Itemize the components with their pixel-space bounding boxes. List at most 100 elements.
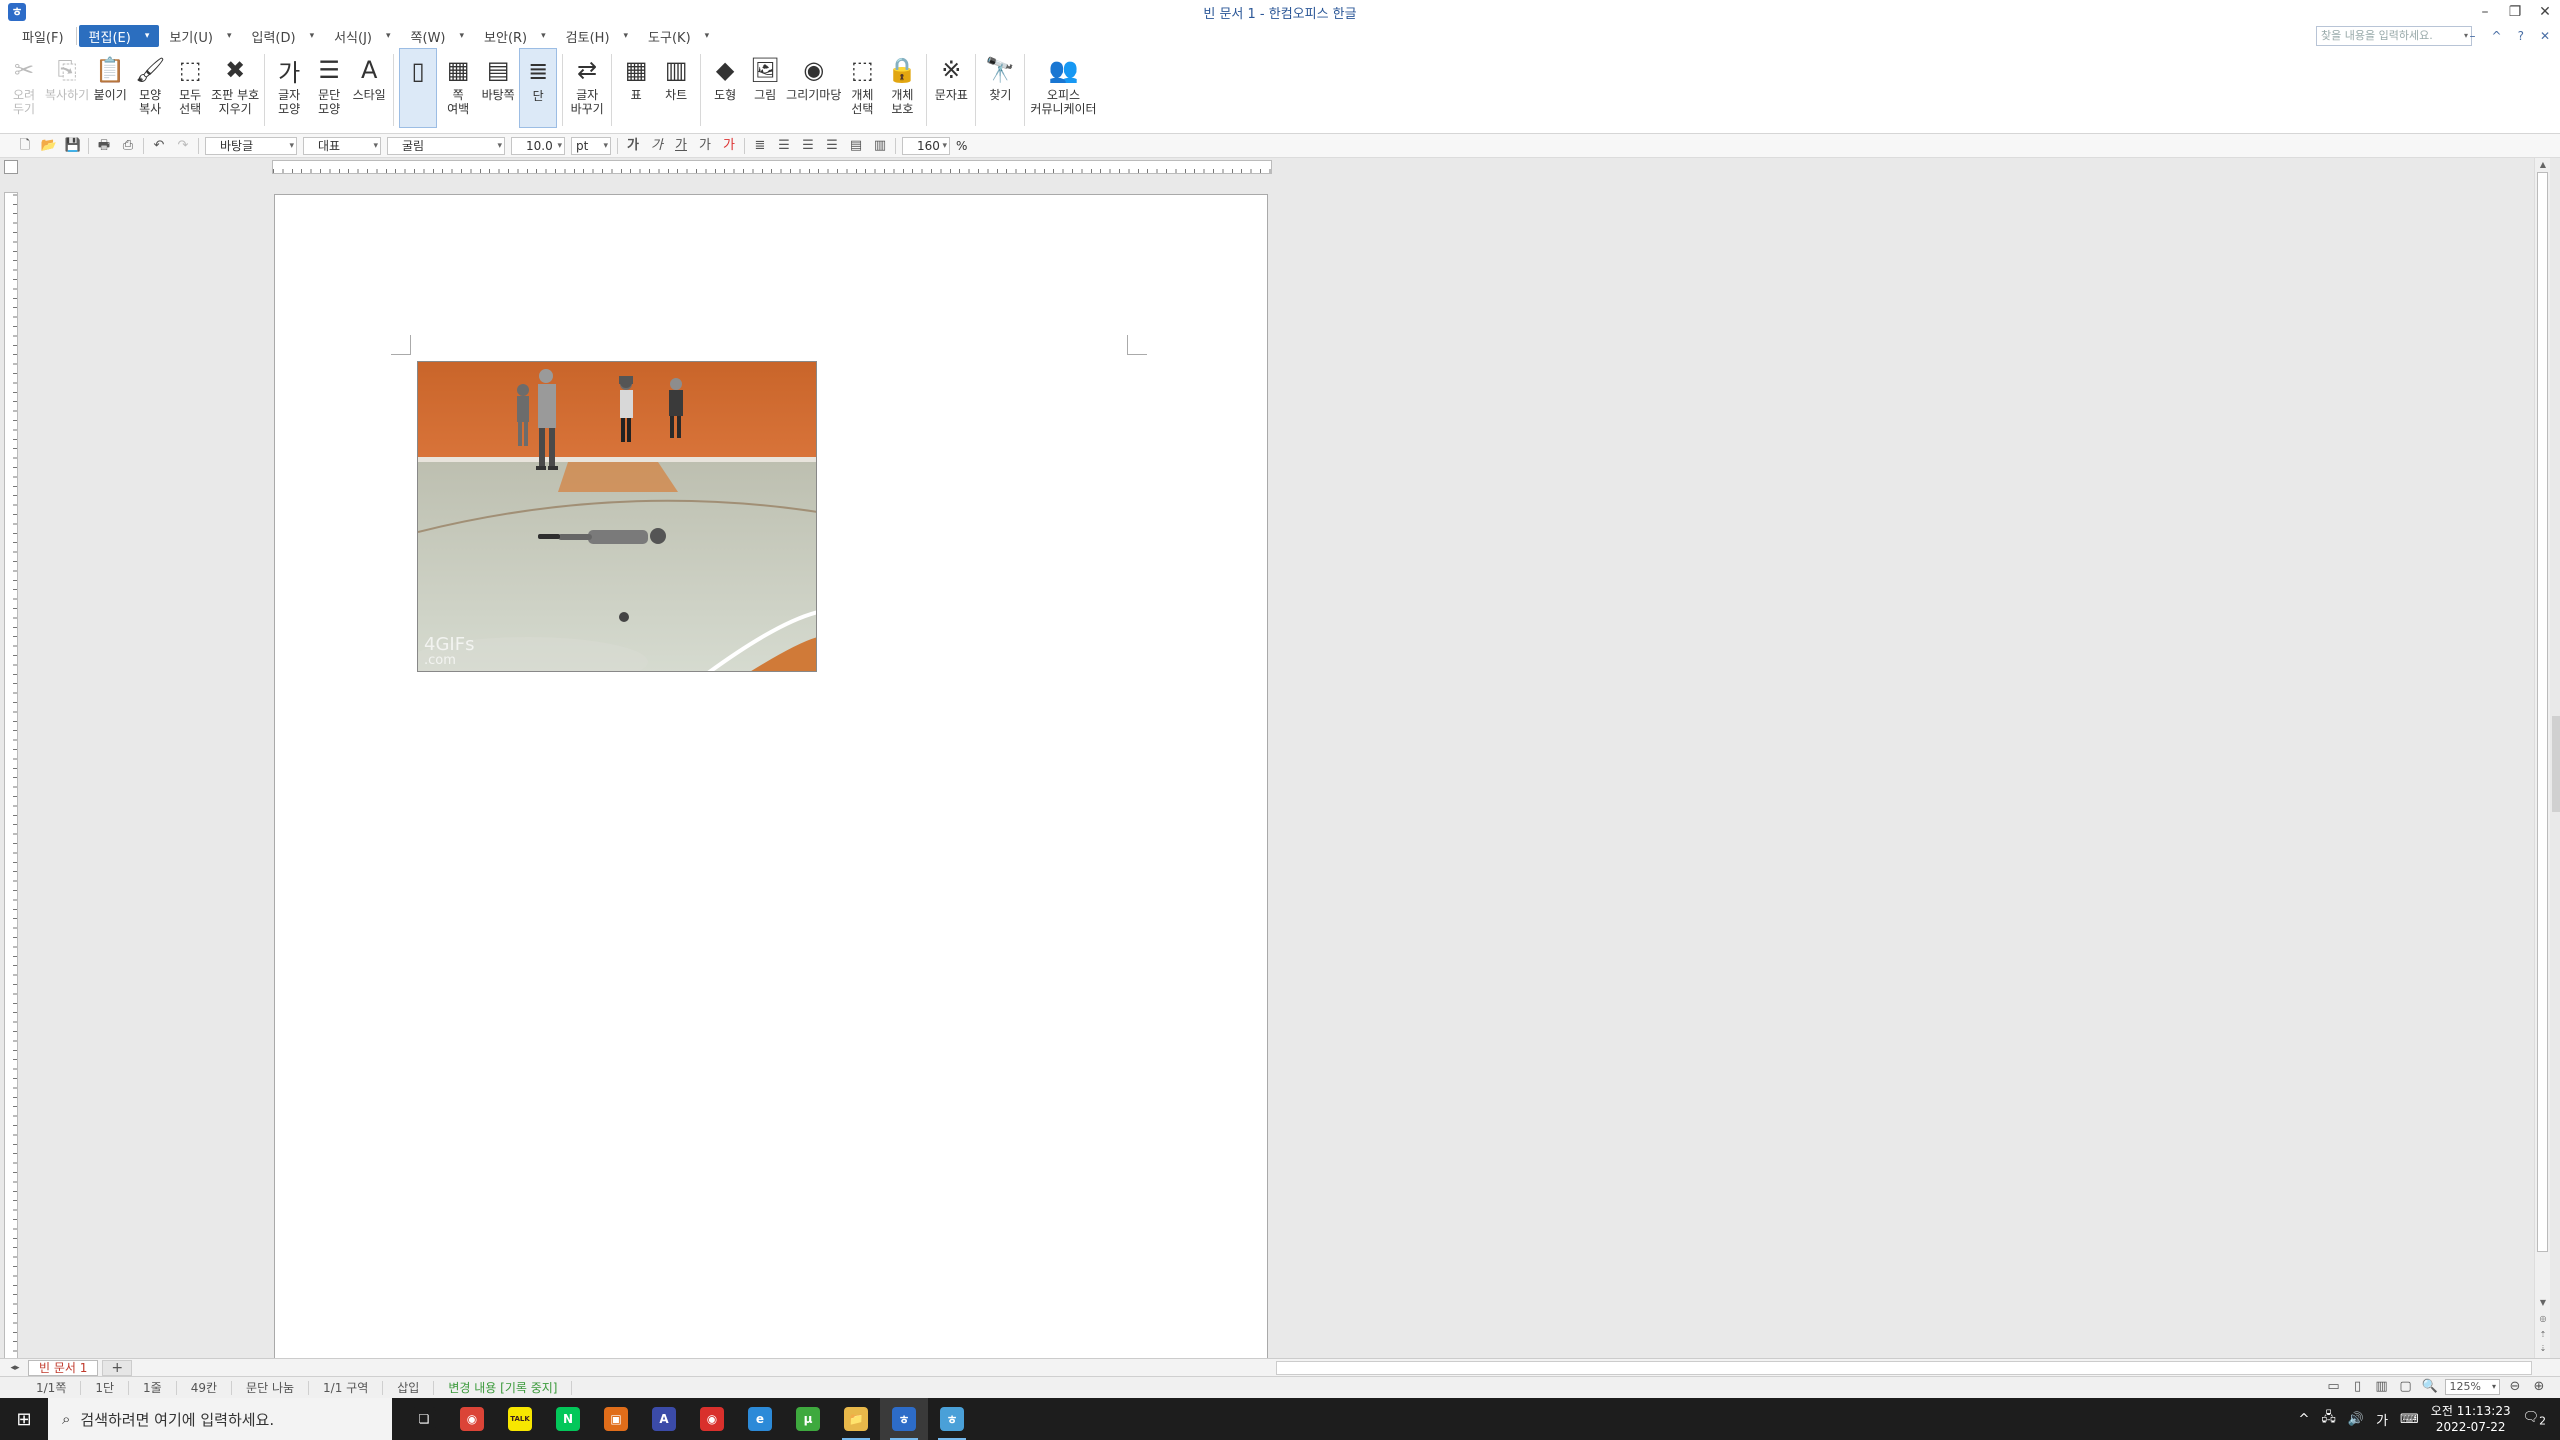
- table-button[interactable]: ▦ 표: [617, 48, 655, 128]
- scroll-up-icon[interactable]: ▲: [2537, 160, 2549, 172]
- chevron-down-icon[interactable]: ▾: [145, 31, 150, 41]
- taskbar-app-hwp-doc[interactable]: ㅎ: [928, 1398, 976, 1440]
- normal-view-icon[interactable]: ▭: [2325, 1379, 2343, 1395]
- page-up-icon[interactable]: ⇡: [2537, 1330, 2549, 1342]
- shape-button[interactable]: ◆ 도형: [706, 48, 744, 128]
- hwp-app-icon[interactable]: ㅎ: [8, 3, 26, 21]
- taskbar-app-explorer[interactable]: 📁: [832, 1398, 880, 1440]
- menu-item-6[interactable]: 보안(R) ▾: [474, 25, 556, 47]
- status-insert-mode[interactable]: 삽입: [383, 1380, 435, 1395]
- char-shape-button[interactable]: 가 글자 모양: [270, 48, 308, 128]
- doc-control-2[interactable]: ?: [2518, 24, 2524, 48]
- style-select[interactable]: 바탕글: [205, 136, 297, 155]
- zoom-out-icon[interactable]: ⊖: [2506, 1379, 2524, 1395]
- taskbar-app-app-a[interactable]: A: [640, 1398, 688, 1440]
- horizontal-scrollbar[interactable]: [1276, 1361, 2532, 1375]
- chevron-down-icon[interactable]: ▾: [460, 31, 465, 41]
- document-page[interactable]: 4GIFs .com: [274, 194, 1268, 1374]
- strike-icon[interactable]: 가: [696, 138, 714, 154]
- taskbar-app-naver[interactable]: N: [544, 1398, 592, 1440]
- taskbar-search[interactable]: ⌕ 검색하려면 여기에 입력하세요.: [48, 1398, 392, 1440]
- save-icon[interactable]: 💾: [64, 138, 82, 154]
- para-shape-button[interactable]: ☰ 문단 모양: [310, 48, 348, 128]
- bold-icon[interactable]: 가: [624, 138, 642, 154]
- menu-item-0[interactable]: 파일(F): [12, 25, 74, 47]
- chevron-down-icon[interactable]: ▾: [310, 31, 315, 41]
- master-page-button[interactable]: ▤ 바탕쪽: [479, 48, 517, 128]
- chevron-down-icon[interactable]: ▾: [541, 31, 546, 41]
- format-copy-button[interactable]: 🖌 모양 복사: [131, 48, 169, 128]
- zoom-in-icon[interactable]: ⊕: [2530, 1379, 2548, 1395]
- new-document-icon[interactable]: 🗋: [16, 138, 34, 154]
- maximize-button[interactable]: ❐: [2500, 0, 2530, 24]
- underline-icon[interactable]: 가: [672, 138, 690, 154]
- chevron-down-icon[interactable]: ▾: [227, 31, 232, 41]
- vertical-scrollbar[interactable]: ▲ ▼ ◎ ⇡ ⇣: [2534, 158, 2550, 1358]
- chevron-down-icon[interactable]: ▾: [705, 31, 710, 41]
- align-right-icon[interactable]: ☰: [823, 138, 841, 154]
- menu-item-2[interactable]: 보기(U) ▾: [159, 25, 241, 47]
- style-button[interactable]: A 스타일: [350, 48, 388, 128]
- font-select[interactable]: 굴림: [387, 136, 505, 155]
- replace-char-button[interactable]: ⇄ 글자 바꾸기: [568, 48, 606, 128]
- menu-item-3[interactable]: 입력(D) ▾: [241, 25, 324, 47]
- document-area[interactable]: 4GIFs .com: [20, 176, 2532, 1374]
- clipart-button[interactable]: ◉ 그리기마당: [786, 48, 841, 128]
- minimize-button[interactable]: –: [2470, 0, 2500, 24]
- page-down-icon[interactable]: ⇣: [2537, 1344, 2549, 1356]
- inserted-image[interactable]: 4GIFs .com: [417, 361, 817, 672]
- open-folder-icon[interactable]: 📂: [40, 138, 58, 154]
- undo-icon[interactable]: ↶: [150, 138, 168, 154]
- menu-item-1[interactable]: 편집(E) ▾: [78, 25, 160, 47]
- status-page[interactable]: 1/1쪽: [22, 1380, 82, 1395]
- close-button[interactable]: ✕: [2530, 0, 2560, 24]
- page-margin-button[interactable]: ▦ 쪽 여백: [439, 48, 477, 128]
- cut-button[interactable]: ✂ 오려 두기: [5, 48, 43, 128]
- add-tab-button[interactable]: +: [102, 1359, 133, 1376]
- tab-document-1[interactable]: 빈 문서 1: [28, 1359, 99, 1376]
- taskbar-app-hwp[interactable]: ㅎ: [880, 1398, 928, 1440]
- protect-object-button[interactable]: 🔒 개체 보호: [883, 48, 921, 128]
- chart-button[interactable]: ▥ 차트: [657, 48, 695, 128]
- font-color-icon[interactable]: 가: [720, 138, 738, 154]
- taskbar-app-chrome[interactable]: ◉: [448, 1398, 496, 1440]
- doc-control-0[interactable]: –: [2470, 24, 2476, 48]
- volume-icon[interactable]: 🔊: [2348, 1412, 2364, 1427]
- horizontal-ruler[interactable]: [272, 160, 1272, 174]
- taskbar-app-task-view[interactable]: ❏: [400, 1398, 448, 1440]
- tab-scroll-left-icon[interactable]: ◂▸: [6, 1360, 24, 1376]
- menu-search-input[interactable]: 찾을 내용을 입력하세요. ▾: [2316, 26, 2472, 46]
- italic-icon[interactable]: 가: [648, 138, 666, 154]
- redo-icon[interactable]: ↷: [174, 138, 192, 154]
- tray-chevron-icon[interactable]: ^: [2298, 1412, 2309, 1427]
- columns-button[interactable]: ≣ 단: [519, 48, 558, 128]
- print-icon[interactable]: 🖶: [95, 138, 113, 154]
- align-left-icon[interactable]: ☰: [775, 138, 793, 154]
- menu-item-5[interactable]: 쪽(W) ▾: [401, 25, 475, 47]
- taskbar-app-torrent[interactable]: μ: [784, 1398, 832, 1440]
- two-page-view-icon[interactable]: ▥: [2373, 1379, 2391, 1395]
- page-view-icon[interactable]: ▯: [2349, 1379, 2367, 1395]
- taskbar-app-app-folder[interactable]: ▣: [592, 1398, 640, 1440]
- justify-icon[interactable]: ≣: [751, 138, 769, 154]
- chevron-down-icon[interactable]: ▾: [386, 31, 391, 41]
- select-object-button[interactable]: ⬚ 개체 선택: [843, 48, 881, 128]
- align-center-icon[interactable]: ☰: [799, 138, 817, 154]
- ruler-corner[interactable]: [4, 160, 18, 174]
- taskbar-app-app-red[interactable]: ◉: [688, 1398, 736, 1440]
- side-panel-handle[interactable]: [2552, 716, 2560, 812]
- taskbar-clock[interactable]: 오전 11:13:23 2022-07-22: [2431, 1403, 2511, 1435]
- menu-item-4[interactable]: 서식(J) ▾: [324, 25, 400, 47]
- font-size-input[interactable]: 10.0: [511, 136, 565, 155]
- vertical-ruler[interactable]: [4, 192, 18, 1362]
- zoom-select[interactable]: 125%: [2444, 1379, 2500, 1395]
- prev-page-icon[interactable]: ◎: [2537, 1314, 2549, 1326]
- picture-button[interactable]: 🖼 그림: [746, 48, 784, 128]
- split-icon[interactable]: ▥: [871, 138, 889, 154]
- ime-indicator[interactable]: 가: [2376, 1410, 2388, 1429]
- windows-start-icon[interactable]: ⊞: [0, 1398, 48, 1440]
- zoom-icon[interactable]: 🔍: [2421, 1379, 2439, 1395]
- line-spacing-input[interactable]: 160: [902, 136, 950, 155]
- paste-button[interactable]: 📋 붙이기: [91, 48, 129, 128]
- chevron-down-icon[interactable]: ▾: [2464, 27, 2468, 45]
